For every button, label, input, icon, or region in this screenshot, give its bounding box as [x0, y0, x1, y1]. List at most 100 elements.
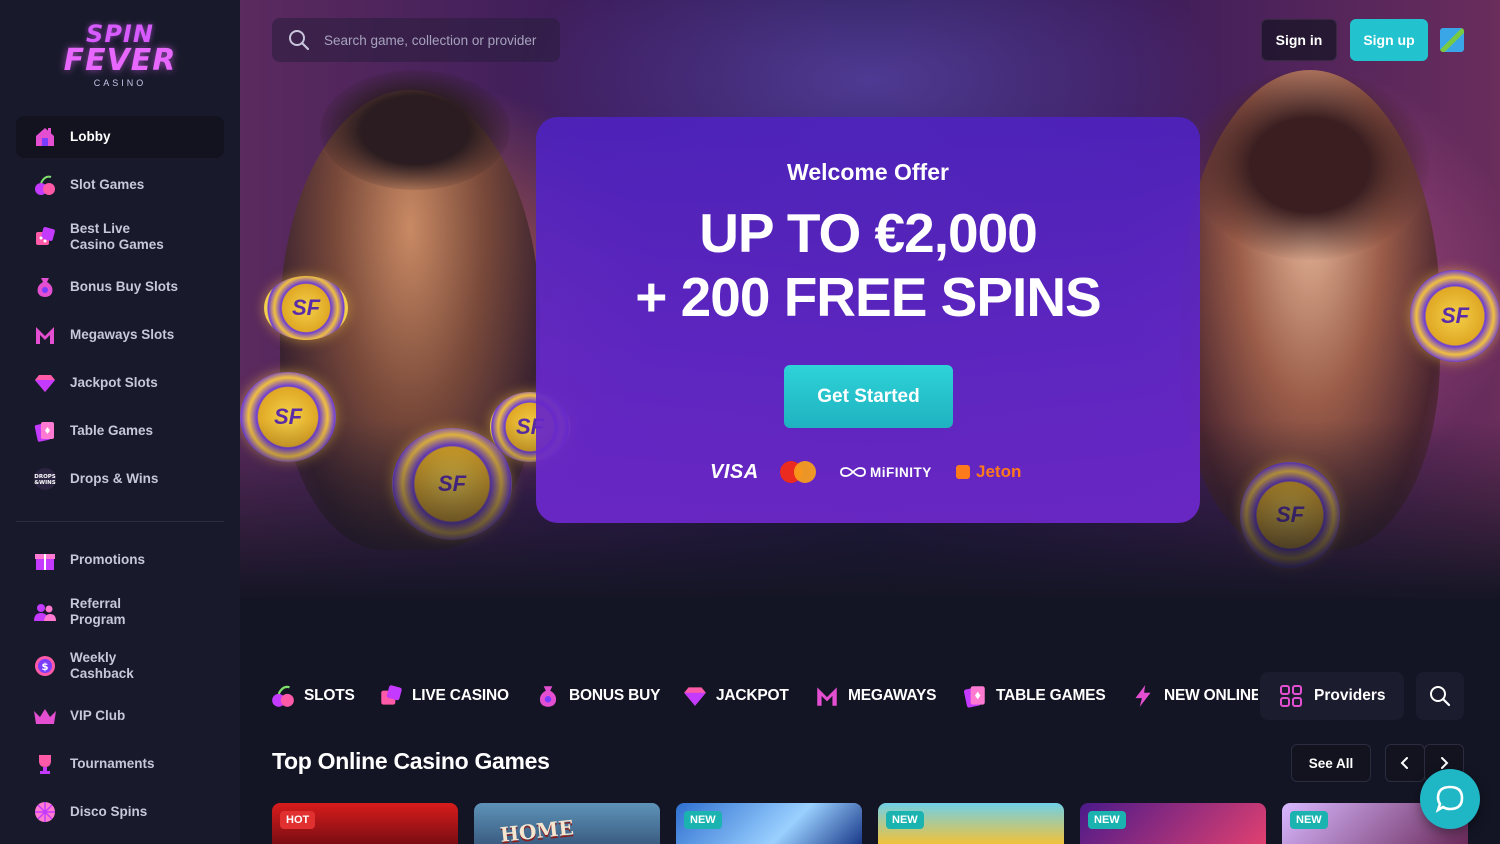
game-tile[interactable]: NEW [878, 803, 1064, 844]
category-table-games[interactable]: TABLE GAMES [962, 672, 1106, 720]
diamond-icon [682, 683, 708, 709]
visa-logo: VISA [710, 460, 759, 483]
category-label: BONUS BUY [569, 687, 661, 704]
game-tile[interactable]: HOT [272, 803, 458, 844]
category-label: TABLE GAMES [996, 687, 1106, 704]
carousel-prev-button[interactable] [1385, 744, 1425, 782]
sign-in-button[interactable]: Sign in [1261, 19, 1337, 61]
disco-ball-icon [32, 799, 58, 825]
casino-chip-image: SF [1410, 270, 1500, 362]
sidebar-item-live-casino[interactable]: Best Live Casino Games [16, 216, 224, 258]
brand-logo[interactable]: SPIN FEVER CASINO [60, 22, 180, 94]
money-bag-icon [535, 683, 561, 709]
logo-word-fever: FEVER [63, 43, 177, 78]
game-tile[interactable]: NEW [676, 803, 862, 844]
language-flag-icon[interactable] [1440, 28, 1464, 52]
sidebar-item-label: Referral Program [70, 596, 126, 627]
sidebar-item-vip-club[interactable]: VIP Club [16, 695, 224, 737]
house-icon [32, 124, 58, 150]
sidebar-item-jackpot[interactable]: Jackpot Slots [16, 362, 224, 404]
diamond-icon [32, 370, 58, 396]
users-icon [32, 599, 58, 625]
sidebar-item-label: Best Live Casino Games [70, 221, 164, 252]
mifinity-logo: MiFINITY [840, 460, 932, 484]
category-bonus-buy[interactable]: BONUS BUY [535, 672, 660, 720]
game-title: HOME [498, 815, 575, 844]
sidebar-item-table-games[interactable]: Table Games [16, 410, 224, 452]
money-bag-icon [32, 274, 58, 300]
offer-headline-spins: + 200 FREE SPINS [635, 266, 1101, 328]
game-search-button[interactable] [1416, 672, 1464, 720]
offer-kicker: Welcome Offer [787, 159, 949, 185]
live-chat-button[interactable] [1420, 769, 1480, 829]
chevron-right-icon [1438, 756, 1450, 770]
sidebar-item-tournaments[interactable]: Tournaments [16, 743, 224, 785]
sidebar-item-disco-spins[interactable]: Disco Spins [16, 791, 224, 833]
sidebar-item-label: Jackpot Slots [70, 375, 158, 390]
game-tile[interactable]: NEW [1080, 803, 1266, 844]
new-badge: NEW [1088, 811, 1126, 829]
offer-headline-amount: UP TO €2,000 [699, 202, 1038, 264]
sidebar-item-weekly-cashback[interactable]: $ Weekly Cashback [16, 645, 224, 687]
mifinity-text: MiFINITY [870, 464, 932, 480]
lightning-icon [1130, 683, 1156, 709]
category-megaways[interactable]: MEGAWAYS [814, 672, 936, 720]
sidebar-item-drops-wins[interactable]: DROPS &WINS Drops & Wins [16, 458, 224, 500]
hero-banner: SF SF SF SF SF SF Welcome Offer UP TO €2… [240, 0, 1500, 600]
category-new-online[interactable]: NEW ONLINE [1130, 672, 1258, 720]
sidebar-item-label: Promotions [70, 552, 146, 567]
svg-text:&WINS: &WINS [34, 480, 56, 486]
sidebar-item-bonus-buy[interactable]: Bonus Buy Slots [16, 266, 224, 308]
megaways-m-icon [32, 322, 58, 348]
sidebar-item-label: Slot Games [70, 177, 145, 192]
get-started-button[interactable]: Get Started [784, 365, 953, 428]
welcome-offer-card: Welcome Offer UP TO €2,000 + 200 FREE SP… [536, 117, 1200, 523]
category-bar: SLOTS LIVE CASINO BONUS BUY JACKPOT MEGA… [270, 672, 1258, 720]
dice-icon [378, 683, 404, 709]
sign-up-button[interactable]: Sign up [1350, 19, 1428, 61]
jeton-mark-icon [956, 465, 970, 479]
category-slots[interactable]: SLOTS [270, 672, 355, 720]
sidebar-item-label: Disco Spins [70, 804, 148, 819]
new-badge: NEW [1290, 811, 1328, 829]
drops-wins-icon: DROPS &WINS [32, 466, 58, 492]
chevron-left-icon [1399, 756, 1411, 770]
playing-cards-icon [32, 418, 58, 444]
providers-button[interactable]: Providers [1260, 672, 1404, 720]
gift-icon [32, 547, 58, 573]
sidebar-item-megaways[interactable]: Megaways Slots [16, 314, 224, 356]
sidebar-item-promotions[interactable]: Promotions [16, 539, 224, 581]
casino-chip-image: SF [264, 276, 348, 340]
sidebar-item-label: Lobby [70, 129, 111, 144]
sidebar-item-label: Weekly Cashback [70, 650, 134, 681]
game-tile[interactable]: HOME [474, 803, 660, 844]
sidebar-item-lobby[interactable]: Lobby [16, 116, 224, 158]
sidebar-item-label: Megaways Slots [70, 327, 175, 342]
sidebar-divider [16, 521, 224, 522]
jeton-logo: Jeton [956, 460, 1021, 484]
dice-icon [32, 224, 58, 250]
mastercard-logo [780, 460, 818, 484]
category-label: NEW ONLINE [1164, 687, 1258, 704]
section-title: Top Online Casino Games [272, 748, 550, 774]
hero-man-hair [320, 70, 510, 190]
search-input[interactable] [322, 31, 556, 49]
category-live-casino[interactable]: LIVE CASINO [378, 672, 509, 720]
see-all-button[interactable]: See All [1291, 744, 1371, 782]
sidebar-item-slot-games[interactable]: Slot Games [16, 164, 224, 206]
category-label: LIVE CASINO [412, 687, 509, 704]
sidebar-item-label: Drops & Wins [70, 471, 159, 486]
category-label: JACKPOT [716, 687, 789, 704]
search-icon [1429, 685, 1451, 707]
sidebar-item-referral[interactable]: Referral Program [16, 591, 224, 633]
search-bar[interactable] [272, 18, 560, 62]
cherry-icon [270, 683, 296, 709]
svg-text:$: $ [42, 662, 49, 673]
dollar-coin-icon: $ [32, 653, 58, 679]
sidebar-item-label: Tournaments [70, 756, 155, 771]
category-label: MEGAWAYS [848, 687, 937, 704]
providers-label: Providers [1314, 687, 1386, 704]
sidebar-item-label: Bonus Buy Slots [70, 279, 179, 294]
category-jackpot[interactable]: JACKPOT [682, 672, 789, 720]
playing-cards-icon [962, 683, 988, 709]
